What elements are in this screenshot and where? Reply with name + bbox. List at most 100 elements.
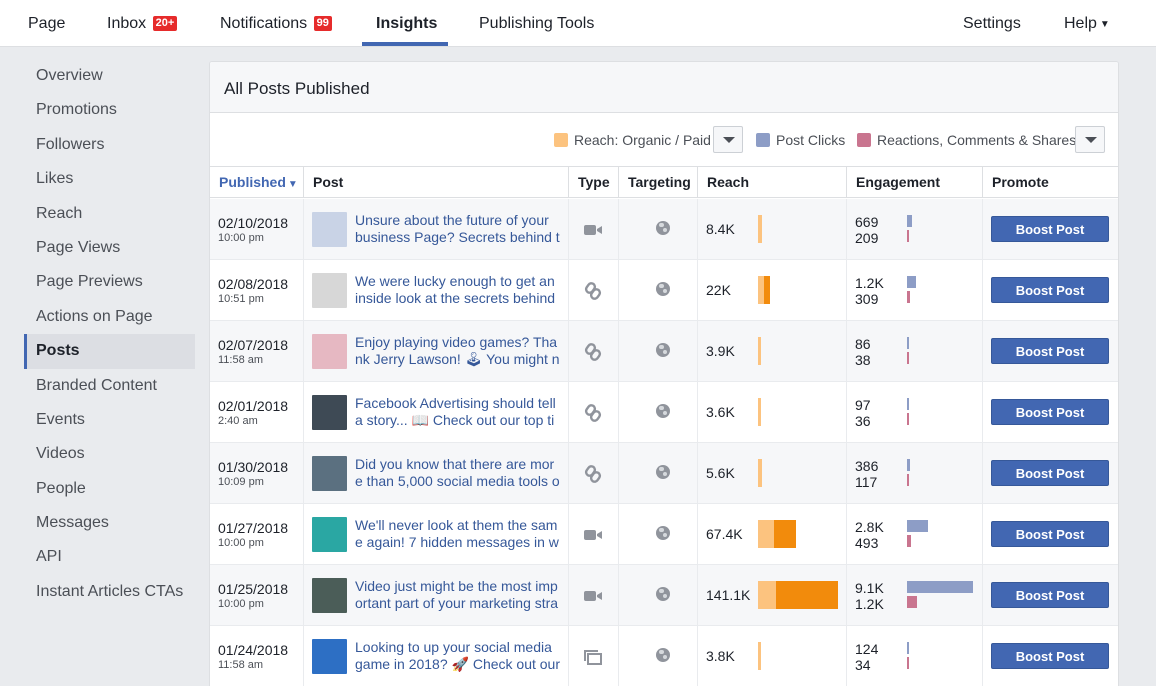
post-thumbnail[interactable]: [312, 212, 347, 247]
nav-inbox[interactable]: Inbox 20+: [107, 0, 178, 46]
table-header: Published ▼ Post Type Targeting Reach Eng…: [210, 166, 1118, 198]
nav-notifications[interactable]: Notifications 99: [220, 0, 332, 46]
post-date: 01/25/2018: [218, 581, 289, 597]
post-thumbnail[interactable]: [312, 639, 347, 674]
post-thumbnail[interactable]: [312, 456, 347, 491]
targeting-cell: [619, 321, 698, 382]
col-reach: Reach: [698, 167, 847, 198]
post-clicks-value: 9.1K: [855, 580, 884, 596]
sidebar-item-likes[interactable]: Likes: [24, 162, 195, 196]
boost-post-button[interactable]: Boost Post: [991, 399, 1109, 425]
reach-cell: 3.8K: [698, 626, 847, 686]
post-clicks-bar: [907, 520, 928, 532]
published-cell: 02/08/2018 10:51 pm: [210, 260, 304, 321]
post-link[interactable]: Did you know that there are more than 5,…: [355, 456, 560, 491]
engagement-cell: 2.8K 493: [847, 504, 983, 565]
sidebar-item-events[interactable]: Events: [24, 403, 195, 437]
reach-paid-bar: [776, 581, 838, 609]
post-time: 10:09 pm: [218, 476, 264, 488]
top-nav: Page Inbox 20+ Notifications 99 Insights…: [0, 0, 1156, 47]
legend-clicks: Post Clicks: [756, 126, 845, 154]
globe-icon: [656, 343, 670, 357]
reach-organic-bar: [758, 398, 761, 426]
reach-cell: 22K: [698, 260, 847, 321]
reach-metric-dropdown[interactable]: [713, 126, 743, 153]
post-clicks-value: 386: [855, 458, 879, 474]
globe-icon: [656, 221, 670, 235]
legend-clicks-label: Post Clicks: [776, 132, 846, 148]
engagement-metric-dropdown[interactable]: [1075, 126, 1105, 153]
post-thumbnail[interactable]: [312, 517, 347, 552]
sidebar-item-reach[interactable]: Reach: [24, 197, 195, 231]
clicks-swatch: [756, 133, 770, 147]
targeting-cell: [619, 443, 698, 504]
sidebar-item-api[interactable]: API: [24, 540, 195, 574]
sidebar-item-videos[interactable]: Videos: [24, 437, 195, 471]
globe-icon: [656, 404, 670, 418]
targeting-cell: [619, 260, 698, 321]
nav-help-label: Help: [1064, 15, 1097, 32]
sidebar-item-promotions[interactable]: Promotions: [24, 93, 195, 127]
reactions-bar: [907, 535, 911, 547]
post-link[interactable]: Enjoy playing video games? Thank Jerry L…: [355, 334, 560, 369]
sidebar-item-page-views[interactable]: Page Views: [24, 231, 195, 265]
sidebar-item-instant-articles-ctas[interactable]: Instant Articles CTAs: [24, 575, 195, 609]
post-thumbnail[interactable]: [312, 334, 347, 369]
post-thumbnail[interactable]: [312, 578, 347, 613]
reach-cell: 3.6K: [698, 382, 847, 443]
boost-post-button[interactable]: Boost Post: [991, 216, 1109, 242]
nav-page[interactable]: Page: [28, 0, 65, 46]
reach-value: 141.1K: [706, 587, 751, 603]
reach-cell: 67.4K: [698, 504, 847, 565]
sidebar-item-messages[interactable]: Messages: [24, 506, 195, 540]
col-targeting-label: Targeting: [628, 174, 691, 190]
post-cell: We'll never look at them the same again!…: [304, 504, 569, 565]
promote-cell: Boost Post: [983, 565, 1118, 626]
targeting-cell: [619, 199, 698, 260]
post-thumbnail[interactable]: [312, 273, 347, 308]
nav-publishing-tools[interactable]: Publishing Tools: [479, 0, 594, 46]
post-link[interactable]: Facebook Advertising should tell a story…: [355, 395, 560, 430]
post-link[interactable]: We were lucky enough to get an inside lo…: [355, 273, 560, 308]
boost-post-button[interactable]: Boost Post: [991, 460, 1109, 486]
type-cell: [569, 565, 619, 626]
reactions-value: 38: [855, 352, 871, 368]
sidebar-item-posts[interactable]: Posts: [24, 334, 195, 369]
legend-reactions: Reactions, Comments & Shares: [857, 126, 1076, 154]
sidebar-item-followers[interactable]: Followers: [24, 128, 195, 162]
reach-value: 8.4K: [706, 221, 735, 237]
col-post: Post: [304, 167, 569, 198]
col-reach-label: Reach: [707, 174, 750, 190]
boost-post-button[interactable]: Boost Post: [991, 643, 1109, 669]
nav-help[interactable]: Help ▼: [1064, 0, 1110, 46]
post-link[interactable]: Looking to up your social media game in …: [355, 639, 560, 674]
nav-settings[interactable]: Settings: [963, 0, 1021, 46]
boost-post-button[interactable]: Boost Post: [991, 582, 1109, 608]
sidebar-item-people[interactable]: People: [24, 472, 195, 506]
post-time: 10:00 pm: [218, 537, 264, 549]
boost-post-button[interactable]: Boost Post: [991, 338, 1109, 364]
reactions-bar: [907, 657, 909, 669]
table-row: 01/27/2018 10:00 pm We'll never look at th…: [210, 504, 1118, 565]
reactions-value: 34: [855, 657, 871, 673]
reach-organic-bar: [758, 642, 761, 670]
nav-insights[interactable]: Insights: [376, 0, 437, 46]
col-published[interactable]: Published ▼: [210, 167, 304, 198]
post-clicks-value: 124: [855, 641, 879, 657]
boost-post-button[interactable]: Boost Post: [991, 277, 1109, 303]
published-cell: 02/10/2018 10:00 pm: [210, 199, 304, 260]
post-link[interactable]: Unsure about the future of your business…: [355, 212, 560, 247]
reactions-value: 309: [855, 291, 879, 307]
sidebar-item-actions-on-page[interactable]: Actions on Page: [24, 300, 195, 334]
post-cell: Video just might be the most important p…: [304, 565, 569, 626]
post-thumbnail[interactable]: [312, 395, 347, 430]
sidebar-item-branded-content[interactable]: Branded Content: [24, 369, 195, 403]
post-link[interactable]: We'll never look at them the same again!…: [355, 517, 560, 552]
sidebar-item-page-previews[interactable]: Page Previews: [24, 265, 195, 299]
sidebar-item-overview[interactable]: Overview: [24, 59, 195, 93]
engagement-cell: 124 34: [847, 626, 983, 686]
engagement-cell: 9.1K 1.2K: [847, 565, 983, 626]
boost-post-button[interactable]: Boost Post: [991, 521, 1109, 547]
promote-cell: Boost Post: [983, 199, 1118, 260]
post-link[interactable]: Video just might be the most important p…: [355, 578, 560, 613]
